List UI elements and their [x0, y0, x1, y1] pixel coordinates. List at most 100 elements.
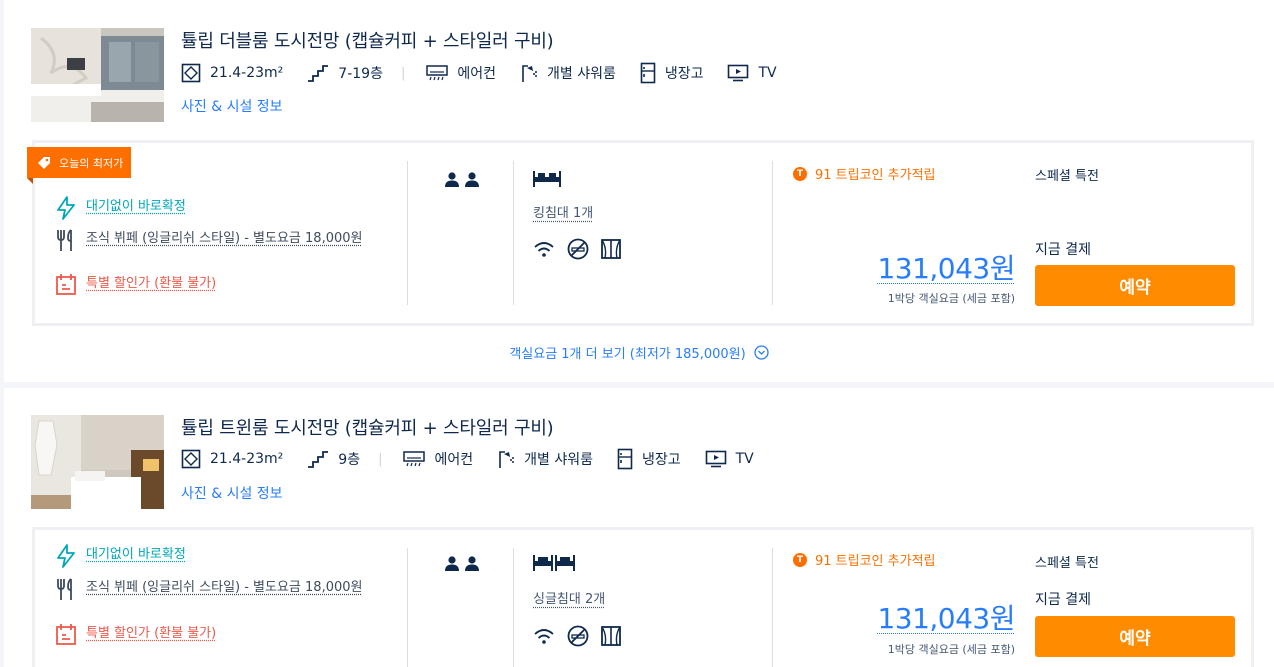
air-conditioner-icon — [403, 451, 426, 467]
cutlery-icon — [57, 578, 72, 600]
tag-icon — [38, 156, 50, 169]
breakfast-label: 조식 뷔페 (잉글리쉬 스타일) - 별도요금 18,000원 — [86, 580, 363, 595]
divider: | — [400, 65, 406, 81]
divider — [513, 161, 514, 305]
photo-info-link[interactable]: 사진 & 시설 정보 — [181, 96, 283, 116]
room-card-twin: 튤립 트윈룸 도시전망 (캡슐커피 + 스타일러 구비) 21.4-23m² 9… — [4, 388, 1274, 667]
amenity-floor: 9층 — [307, 449, 360, 469]
refund-label: 특별 할인가 (환불 불가) — [86, 276, 217, 291]
amenity-size: 21.4-23m² — [181, 63, 283, 83]
divider — [772, 161, 773, 305]
more-rates-link[interactable]: 객실요금 1개 더 보기 (최저가 185,000원) — [4, 343, 1274, 362]
room-floor: 7-19층 — [338, 66, 383, 82]
divider: | — [378, 451, 383, 467]
trip-coins: T 91 트립코인 추가적립 — [793, 164, 936, 183]
pay-now-label: 지금 결제 — [1035, 592, 1091, 608]
amenity-list: 21.4-23m² 9층 | 에어컨 개별 샤워룸 냉장고 TV — [181, 448, 778, 470]
stairs-icon — [308, 65, 329, 82]
chevron-down-icon — [754, 345, 769, 360]
refund-label: 특별 할인가 (환불 불가) — [86, 626, 217, 641]
room-title[interactable]: 튤립 더블룸 도시전망 (캡슐커피 + 스타일러 구비) — [181, 27, 554, 53]
no-smoking-icon — [567, 238, 589, 260]
amenity-label: 개별 샤워룸 — [524, 452, 593, 468]
amenity-shower: 개별 샤워룸 — [497, 449, 593, 469]
twin-bed-icon — [533, 555, 575, 571]
amenity-label: 에어컨 — [434, 452, 474, 468]
tv-icon — [705, 450, 726, 468]
coins-label: 91 트립코인 추가적립 — [815, 168, 936, 183]
amenity-label: 냉장고 — [664, 66, 704, 82]
room-card-double: 튤립 더블룸 도시전망 (캡슐커피 + 스타일러 구비) 21.4-23m² 7… — [4, 0, 1274, 382]
wifi-icon — [534, 629, 554, 644]
room-size-icon — [181, 63, 201, 83]
room-photo[interactable] — [31, 415, 164, 509]
badge-label: 오늘의 최저가 — [59, 156, 124, 170]
guests-icon — [444, 555, 480, 571]
room-features — [533, 625, 621, 647]
divider — [407, 161, 408, 305]
air-conditioner-icon — [426, 65, 449, 81]
room-size: 21.4-23m² — [210, 451, 284, 467]
amenity-aircon: 에어컨 — [426, 63, 496, 83]
book-button[interactable]: 예약 — [1035, 616, 1235, 657]
room-size-icon — [181, 449, 201, 469]
more-rates-label: 객실요금 1개 더 보기 (최저가 185,000원) — [509, 347, 746, 362]
breakfast-label: 조식 뷔페 (잉글리쉬 스타일) - 별도요금 18,000원 — [86, 231, 363, 246]
amenity-fridge: 냉장고 — [617, 448, 681, 470]
bed-type[interactable]: 킹침대 1개 — [533, 202, 593, 221]
photo-info-link[interactable]: 사진 & 시설 정보 — [181, 483, 283, 503]
amenity-shower: 개별 샤워룸 — [520, 63, 616, 83]
breakfast-info[interactable]: 조식 뷔페 (잉글리쉬 스타일) - 별도요금 18,000원 — [55, 578, 395, 601]
lowest-price-badge: 오늘의 최저가 — [27, 147, 132, 184]
instant-confirm-label: 대기없이 바로확정 — [86, 547, 186, 562]
fridge-icon — [617, 448, 633, 470]
divider — [407, 548, 408, 667]
stairs-icon — [308, 451, 329, 468]
coin-icon: T — [793, 552, 807, 567]
amenity-label: 에어컨 — [457, 66, 496, 82]
window-icon — [601, 239, 621, 259]
tv-icon — [728, 64, 749, 82]
amenity-tv: TV — [727, 64, 777, 82]
guests-icon — [444, 171, 480, 187]
king-bed-icon — [533, 171, 561, 187]
room-title[interactable]: 튤립 트윈룸 도시전망 (캡슐커피 + 스타일러 구비) — [181, 414, 554, 440]
room-features — [533, 238, 621, 260]
special-perks[interactable]: 스페셜 특전 — [1035, 165, 1099, 184]
breakfast-info[interactable]: 조식 뷔페 (잉글리쉬 스타일) - 별도요금 18,000원 — [55, 229, 395, 252]
rate-plan: 오늘의 최저가 대기없이 바로확정 조식 뷔페 (잉글리쉬 스타일) - 별도요… — [27, 140, 1254, 326]
special-perks[interactable]: 스페셜 특전 — [1035, 552, 1099, 571]
wifi-icon — [534, 242, 554, 257]
amenity-aircon: 에어컨 — [403, 449, 473, 469]
room-photo[interactable] — [31, 28, 164, 122]
amenity-tv: TV — [705, 450, 754, 468]
room-price[interactable]: 131,043원 — [877, 247, 1015, 287]
fridge-icon — [640, 62, 656, 84]
cutlery-icon — [57, 229, 72, 251]
amenity-label: TV — [758, 65, 777, 81]
amenity-floor: 7-19층 — [307, 63, 383, 83]
instant-confirm-label: 대기없이 바로확정 — [86, 199, 186, 214]
amenity-list: 21.4-23m² 7-19층 | 에어컨 개별 샤워룸 냉장고 TV — [181, 62, 801, 84]
window-icon — [601, 626, 621, 646]
price-note: 1박당 객실요금 (세금 포함) — [887, 643, 1015, 656]
amenity-label: TV — [735, 451, 754, 467]
shower-icon — [522, 65, 537, 82]
divider — [772, 548, 773, 667]
rate-plan: 대기없이 바로확정 조식 뷔페 (잉글리쉬 스타일) - 별도요금 18,000… — [32, 527, 1254, 667]
amenity-label: 개별 샤워룸 — [546, 66, 616, 82]
bed-type[interactable]: 싱글침대 2개 — [533, 588, 605, 607]
instant-confirm[interactable]: 대기없이 바로확정 — [55, 544, 395, 568]
room-price[interactable]: 131,043원 — [877, 597, 1015, 637]
book-button[interactable]: 예약 — [1035, 265, 1235, 306]
shower-icon — [499, 451, 515, 468]
lightning-icon — [57, 544, 75, 568]
refund-policy[interactable]: 특별 할인가 (환불 불가) — [55, 274, 395, 297]
instant-confirm[interactable]: 대기없이 바로확정 — [55, 196, 395, 220]
divider — [513, 548, 514, 667]
price-note: 1박당 객실요금 (세금 포함) — [887, 292, 1015, 305]
refund-policy[interactable]: 특별 할인가 (환불 불가) — [55, 624, 395, 647]
no-smoking-icon — [567, 625, 589, 647]
room-floor: 9층 — [338, 452, 361, 468]
amenity-label: 냉장고 — [641, 452, 681, 468]
